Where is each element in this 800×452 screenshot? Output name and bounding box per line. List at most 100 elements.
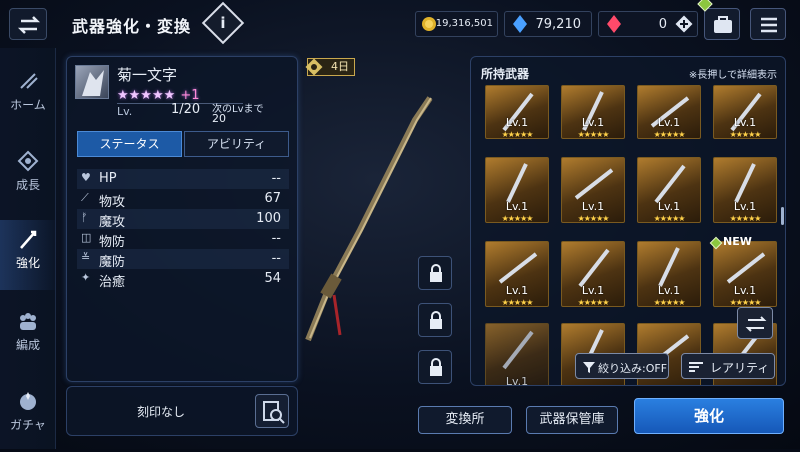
crystal-value: 79,210 (535, 17, 582, 32)
rarity-label: レアリティ (710, 361, 770, 375)
lock-slot-2[interactable] (418, 303, 452, 337)
enhance-icon (20, 230, 37, 249)
weapon-slot[interactable]: Lv.1 ★★★★★ (637, 85, 701, 139)
nav-gacha[interactable]: ガチャ (0, 382, 56, 452)
nav-growth[interactable]: 成長 (0, 142, 56, 212)
weapon-slot[interactable]: Lv.1 ★★★★★ (713, 85, 777, 139)
gold-value: 19,316,501 (435, 18, 493, 29)
filter-button[interactable]: 絞り込み:OFF (575, 353, 669, 379)
stat-phys-def: ◫ 物防 -- (77, 229, 289, 250)
weapon-slot[interactable]: Lv.1 ★★★★★ (485, 157, 549, 223)
nav-home-label: ホーム (10, 98, 46, 112)
stat-mag-def: ≚ 魔防 -- (77, 249, 289, 270)
clock-icon (305, 58, 323, 76)
enhance-button[interactable]: 強化 (634, 398, 784, 434)
menu-button[interactable] (750, 8, 786, 40)
weapon-slot[interactable]: Lv.1 (485, 323, 549, 385)
weapon-name: 菊一文字 (117, 66, 178, 84)
weapon-rarity: ★★★★★ +1 (117, 84, 200, 103)
ruby-icon (607, 15, 621, 33)
sort-order-button[interactable] (737, 307, 773, 339)
weapon-level: Lv.1 (581, 116, 605, 129)
lock-slot-3[interactable] (418, 350, 452, 384)
rarity-plus: +1 (180, 88, 200, 103)
top-bar: 武器強化・変換 i 19,316,501 79,210 0 (0, 0, 800, 48)
stat-value: 67 (264, 191, 281, 206)
new-badge: NEW (709, 235, 752, 250)
stat-heal: ✦ 治癒 54 (77, 269, 289, 290)
weapon-stars: ★★★★★ (653, 130, 686, 139)
rarity-stars: ★★★★★ (117, 88, 176, 103)
sort-lines-icon (689, 362, 703, 372)
weapon-stars: ★★★★★ (729, 298, 762, 307)
weapon-thumbnail-icon (502, 330, 534, 370)
inventory-scrollbar[interactable] (781, 207, 784, 225)
gold-counter: 19,316,501 (415, 11, 498, 37)
gold-coin-icon (422, 17, 436, 31)
stat-value: -- (271, 251, 281, 266)
rarity-sort-button[interactable]: レアリティ (681, 353, 775, 379)
weapon-detail-panel: 菊一文字 ★★★★★ +1 Lv. 1/20 次のLvまで 20 ステータス ア… (66, 56, 298, 382)
nav-enhance-label: 強化 (15, 256, 40, 270)
weapon-stars: ★★★★★ (501, 130, 534, 139)
gacha-icon (20, 392, 36, 410)
weapon-slot[interactable]: Lv.1 ★★★★★ (561, 241, 625, 307)
engraving-text: 刻印なし (137, 405, 186, 419)
weapon-stars: ★★★★★ (577, 130, 610, 139)
info-icon: i (220, 14, 226, 32)
new-label: NEW (723, 235, 752, 248)
level-value: 1/20 (171, 102, 201, 117)
weapon-slot[interactable]: Lv.1 ★★★★★ (713, 241, 777, 307)
shield-icon: ◫ (81, 231, 92, 244)
weapon-slot[interactable]: Lv.1 ★★★★★ (561, 157, 625, 223)
weapon-slot[interactable]: Lv.1 ★★★★★ (637, 157, 701, 223)
weapon-level: Lv.1 (733, 284, 757, 297)
tab-status[interactable]: ステータス (77, 131, 182, 157)
weapon-slot[interactable]: Lv.1 ★★★★★ (485, 241, 549, 307)
info-button[interactable]: i (201, 1, 245, 45)
inventory-panel: 所持武器 ※長押しで詳細表示 Lv.1 ★★★★★ Lv.1 ★★★★★ Lv.1 ★★★… (470, 56, 786, 386)
crystal-icon (513, 15, 527, 33)
tab-ability[interactable]: アビリティ (184, 131, 289, 157)
stat-name: HP (99, 171, 117, 186)
weapon-stars: ★★★★★ (501, 298, 534, 307)
storage-button[interactable]: 武器保管庫 (526, 406, 618, 434)
nav-home[interactable]: ホーム (0, 62, 56, 132)
search-document-icon (263, 401, 285, 424)
crystal-counter: 79,210 (504, 11, 592, 37)
next-level-value: 20 (212, 112, 226, 125)
growth-icon (17, 150, 39, 172)
filter-label: 絞り込み:OFF (598, 362, 668, 375)
weapon-stars: ★★★★★ (501, 214, 534, 223)
stat-name: 魔攻 (99, 215, 126, 230)
weapon-stars: ★★★★★ (577, 214, 610, 223)
weapon-level: Lv.1 (733, 200, 757, 213)
stat-value: -- (271, 231, 281, 246)
shop-button[interactable] (697, 0, 740, 40)
engraving-search-button[interactable] (255, 394, 289, 428)
lock-slot-1[interactable] (418, 256, 452, 290)
weapon-slot[interactable]: Lv.1 ★★★★★ (637, 241, 701, 307)
engraving-panel: 刻印なし (66, 386, 298, 436)
weapon-level: Lv.1 (505, 284, 529, 297)
weapon-slot[interactable]: Lv.1 ★★★★★ (561, 85, 625, 139)
weapon-slot[interactable]: Lv.1 ★★★★★ (713, 157, 777, 223)
weapon-level: Lv.1 (657, 116, 681, 129)
page-title: 武器強化・変換 (72, 17, 192, 36)
weapon-stars: ★★★★★ (577, 298, 610, 307)
funnel-icon (583, 362, 595, 373)
duration-value: 4日 (331, 60, 349, 73)
level-label: Lv. (117, 105, 133, 118)
menu-toggle-button[interactable] (9, 8, 47, 40)
stat-value: 100 (256, 211, 281, 226)
weapon-level: Lv.1 (581, 284, 605, 297)
stat-name: 物防 (99, 235, 126, 250)
staff-icon: ᚠ (81, 211, 88, 224)
weapon-slot[interactable]: Lv.1 ★★★★★ (485, 85, 549, 139)
stat-hp: ♥ HP -- (77, 169, 289, 189)
nav-enhance[interactable]: 強化 (0, 220, 56, 290)
stat-value: 54 (264, 271, 281, 286)
nav-party[interactable]: 編成 (0, 302, 56, 372)
exchange-button[interactable]: 変換所 (418, 406, 512, 434)
add-currency-icon[interactable] (675, 15, 693, 33)
